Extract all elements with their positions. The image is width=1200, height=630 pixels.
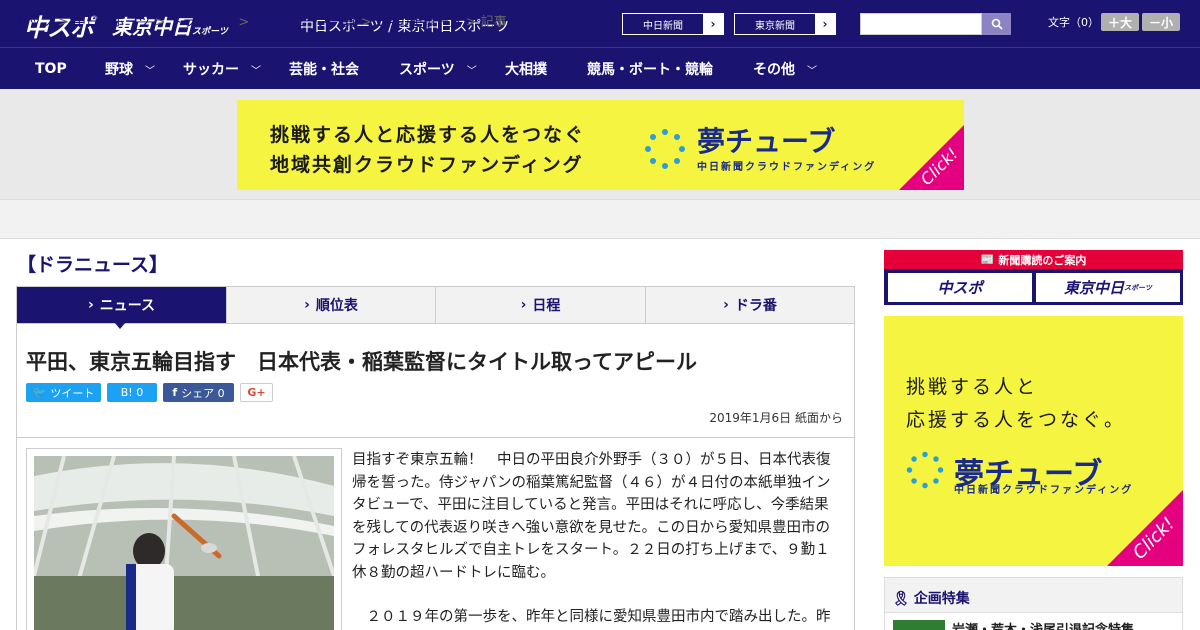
tab-chevron-icon: › xyxy=(304,297,310,313)
subscribe-header-label: 新聞購読のご案内 xyxy=(998,253,1087,267)
font-smaller-button[interactable]: －小 xyxy=(1142,13,1180,31)
nav-label: 競馬・ボート・競輪 xyxy=(587,62,713,78)
tab-chevron-icon: › xyxy=(87,297,94,313)
tab-chevron-icon: › xyxy=(723,297,729,313)
article-body: 目指すぞ東京五輪！ 中日の平田良介外野手（３０）が５日、日本代表復帰を誓った。侍… xyxy=(352,449,836,630)
nav-label: TOP xyxy=(35,61,67,77)
nav-item-other[interactable]: その他 ﹀ xyxy=(753,48,817,90)
chevron-down-icon: ﹀ xyxy=(251,65,261,77)
chevron-down-icon: ﹀ xyxy=(466,65,477,77)
section-tabs: › ニュース › 順位表 › 日程 › ドラ番 xyxy=(16,286,855,324)
breadcrumb-link-january[interactable]: 1月の記事一覧 xyxy=(376,15,462,30)
nav-label: スポーツ xyxy=(399,62,455,78)
divider xyxy=(16,437,855,438)
subscribe-header: 📰 新聞購読のご案内 xyxy=(884,250,1183,269)
search-button[interactable] xyxy=(982,13,1011,35)
sidebar-crowdfunding-ad[interactable]: 挑戦する人と 応援する人をつなぐ。 夢チューブ 中日新聞クラウドファンディング … xyxy=(884,316,1183,566)
main-nav: TOP 野球 ﹀ サッカー ﹀ 芸能・社会 スポーツ ﹀ 大相撲 競馬・ボート・競輪 … xyxy=(0,47,1200,89)
breadcrumb-link-chuspo[interactable]: 中日スポーツ xyxy=(73,15,151,30)
nav-item-top[interactable]: TOP xyxy=(35,48,67,90)
font-bigger-button[interactable]: ＋大 xyxy=(1101,13,1139,31)
breadcrumb-current: 記事 xyxy=(480,15,507,30)
tab-schedule[interactable]: › 日程 xyxy=(436,287,646,323)
tab-label: ドラ番 xyxy=(734,298,777,314)
feature-title: 🎗 企画特集 xyxy=(892,588,970,608)
facebook-label: シェア 0 xyxy=(181,386,225,400)
breadcrumb-separator: > xyxy=(465,15,477,30)
tab-label: 順位表 xyxy=(315,298,358,314)
tweet-button[interactable]: 🐦 ツイート xyxy=(26,383,101,402)
article-paragraph: ２０１９年の第一歩を、昨年と同様に愛知県豊田市内で踏み出した。昨年は打率がリーグ… xyxy=(366,609,831,625)
breadcrumb-bar xyxy=(0,199,1200,239)
chunichi-shimbun-link[interactable]: 中日新聞 › xyxy=(622,13,724,35)
crowdfunding-ad-banner[interactable]: 挑戦する人と応援する人をつなぐ 地域共創クラウドファンディング 夢チューブ 中日… xyxy=(237,100,964,190)
feature-title-label: 企画特集 xyxy=(913,591,970,607)
ad-line-1: 挑戦する人と応援する人をつなぐ xyxy=(270,124,586,146)
tab-label: ニュース xyxy=(99,298,156,314)
search-icon xyxy=(991,18,1003,30)
tab-news[interactable]: › ニュース xyxy=(17,287,227,323)
tokyo-shimbun-label: 東京新聞 xyxy=(755,20,795,32)
nav-item-baseball[interactable]: 野球 ﹀ xyxy=(105,48,155,90)
chevron-down-icon: ﹀ xyxy=(807,65,817,77)
chevron-down-icon: ﹀ xyxy=(145,65,155,77)
batting-practice-image xyxy=(34,456,334,630)
dots-logo-icon xyxy=(645,129,685,169)
facebook-share-button[interactable]: f シェア 0 xyxy=(163,383,234,402)
chevron-right-icon: › xyxy=(703,14,723,34)
nav-label: 野球 xyxy=(105,62,133,78)
tab-dora-ban[interactable]: › ドラ番 xyxy=(646,287,854,323)
tab-label: 日程 xyxy=(532,298,561,314)
font-size-label: 文字（0） xyxy=(1048,16,1099,29)
article-paragraph: 目指すぞ東京五輪！ 中日の平田良介外野手（３０）が５日、日本代表復帰を誓った。侍… xyxy=(352,452,831,581)
ribbon-icon: 🎗 xyxy=(892,591,910,607)
side-ad-line-2: 応援する人をつなぐ。 xyxy=(906,409,1127,431)
breadcrumb-link-top[interactable]: トップ xyxy=(15,15,54,30)
breadcrumb-separator: > xyxy=(238,15,250,30)
nav-label: 大相撲 xyxy=(505,62,547,78)
dots-logo-icon xyxy=(906,451,944,489)
nav-label: 芸能・社会 xyxy=(289,62,359,78)
tokyo-shimbun-link[interactable]: 東京新聞 › xyxy=(734,13,836,35)
breadcrumb-separator: > xyxy=(154,15,166,30)
subscribe-chuspo-button[interactable]: 中スポ xyxy=(888,273,1032,302)
nav-item-sumo[interactable]: 大相撲 xyxy=(505,48,547,90)
google-plus-button[interactable]: G+ xyxy=(240,383,273,402)
chunichi-shimbun-label: 中日新聞 xyxy=(643,20,683,32)
section-title: 【ドラニュース】 xyxy=(17,254,169,276)
breadcrumb: トップ > 中日スポーツ > ドラゴンズ > ドラニュース一覧 >1月の記事一覧 > 記事 xyxy=(15,11,507,30)
chevron-right-icon: › xyxy=(815,14,835,34)
nav-item-entertainment[interactable]: 芸能・社会 xyxy=(289,48,359,90)
twitter-icon: 🐦 xyxy=(32,386,47,399)
ad-brand: 夢チューブ xyxy=(697,125,836,158)
facebook-icon: f xyxy=(172,386,178,399)
ad-sub: 中日新聞クラウドファンディング xyxy=(697,162,877,173)
search-input[interactable] xyxy=(860,13,982,35)
hatena-bookmark-button[interactable]: B! 0 xyxy=(107,383,157,402)
nav-label: その他 xyxy=(753,62,795,78)
breadcrumb-link-dora-news[interactable]: ドラニュース一覧 xyxy=(253,15,356,30)
article-photo xyxy=(34,456,334,630)
side-ad-line-1: 挑戦する人と xyxy=(906,376,1039,398)
nav-item-soccer[interactable]: サッカー ﹀ xyxy=(183,48,261,90)
article-headline: 平田、東京五輪目指す 日本代表・稲葉監督にタイトル取ってアピール xyxy=(26,350,697,374)
ad-line-2: 地域共創クラウドファンディング xyxy=(270,154,584,176)
breadcrumb-separator: > xyxy=(58,15,69,30)
subscribe-tokyo-chunichi-button[interactable]: 東京中日 スポーツ xyxy=(1036,273,1180,302)
feature-item-link[interactable]: 岩瀬・荒木・浅尾引退記念特集 xyxy=(952,619,1134,630)
subscribe-tokyo-chunichi-label: 東京中日 xyxy=(1064,279,1125,297)
newspaper-icon: 📰 xyxy=(980,253,995,266)
article-date: 2019年1月6日 紙面から xyxy=(709,411,843,425)
nav-item-racing[interactable]: 競馬・ボート・競輪 xyxy=(587,48,713,90)
tab-chevron-icon: › xyxy=(520,297,527,313)
subscribe-tokyo-chunichi-small: スポーツ xyxy=(1124,283,1152,292)
nav-label: サッカー xyxy=(183,62,239,78)
tweet-label: ツイート xyxy=(50,386,95,400)
nav-item-sports[interactable]: スポーツ ﹀ xyxy=(399,48,477,90)
tab-standings[interactable]: › 順位表 xyxy=(227,287,436,323)
breadcrumb-separator: > xyxy=(360,15,372,30)
feature-thumbnail[interactable] xyxy=(893,620,945,630)
breadcrumb-link-dragons[interactable]: ドラゴンズ xyxy=(170,15,235,30)
